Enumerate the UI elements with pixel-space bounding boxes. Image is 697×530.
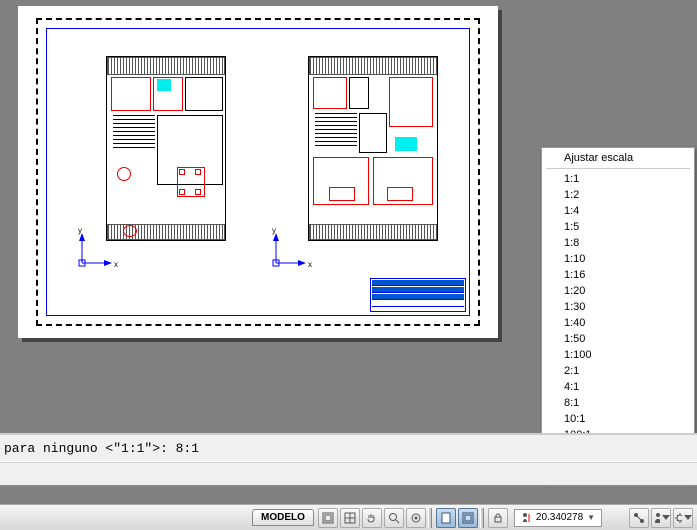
layout-quick-view-button[interactable] xyxy=(318,508,338,528)
gear-icon xyxy=(674,512,682,524)
title-block xyxy=(370,278,466,312)
scale-option[interactable]: 1:16 xyxy=(542,267,694,283)
scale-option[interactable]: 4:1 xyxy=(542,379,694,395)
zoom-button[interactable] xyxy=(384,508,404,528)
annotation-auto-button[interactable] xyxy=(651,508,671,528)
scale-option[interactable]: 1:50 xyxy=(542,331,694,347)
grid-button[interactable] xyxy=(340,508,360,528)
scale-option[interactable]: 1:10 xyxy=(542,251,694,267)
scale-option[interactable]: 8:1 xyxy=(542,395,694,411)
ucs-y-label-2: y xyxy=(272,226,276,235)
ucs-x-label-2: x xyxy=(308,260,312,269)
scale-option[interactable]: 1:5 xyxy=(542,219,694,235)
scale-option[interactable]: 1:1 xyxy=(542,171,694,187)
paper-icon xyxy=(440,512,452,524)
scale-sync-icon xyxy=(633,512,645,524)
scale-option[interactable]: 2:1 xyxy=(542,363,694,379)
ucs-y-label: y xyxy=(78,226,82,235)
person-icon xyxy=(652,512,660,524)
chevron-down-icon: ▼ xyxy=(587,513,595,522)
annotation-scale-display[interactable]: 20.340278 ▼ xyxy=(514,509,602,527)
maximize-viewport-button[interactable] xyxy=(458,508,478,528)
status-separator xyxy=(480,508,484,528)
command-line-panel[interactable]: para ninguno <"1:1">: 8:1 xyxy=(0,433,697,487)
lock-icon xyxy=(492,512,504,524)
scale-option[interactable]: 1:100 xyxy=(542,347,694,363)
orbit-button[interactable] xyxy=(406,508,426,528)
model-tab[interactable]: MODELO xyxy=(252,509,314,526)
status-separator xyxy=(428,508,432,528)
ucs-icon-right xyxy=(268,231,308,271)
scale-option[interactable]: 1:8 xyxy=(542,235,694,251)
floorplan-left xyxy=(106,56,226,241)
status-bar: MODELO 20.340278 ▼ xyxy=(0,504,697,530)
drawing-viewport[interactable]: y x y x xyxy=(0,0,513,355)
chevron-down-icon xyxy=(662,515,670,520)
ucs-icon-left xyxy=(74,231,114,271)
floorplan-right xyxy=(308,56,438,241)
command-divider xyxy=(0,461,697,463)
paper-sheet: y x y x xyxy=(18,6,498,338)
command-history-line: para ninguno <"1:1">: 8:1 xyxy=(0,441,530,456)
zoom-icon xyxy=(388,512,400,524)
hand-icon xyxy=(366,512,378,524)
orbit-icon xyxy=(410,512,422,524)
scale-menu-header[interactable]: Ajustar escala xyxy=(542,150,694,166)
grid-icon xyxy=(344,512,356,524)
layout-icon xyxy=(322,512,334,524)
scale-option[interactable]: 1:20 xyxy=(542,283,694,299)
scale-option[interactable]: 1:2 xyxy=(542,187,694,203)
workspace-switch-button[interactable] xyxy=(673,508,693,528)
scale-option[interactable]: 1:4 xyxy=(542,203,694,219)
chevron-down-icon xyxy=(684,515,692,520)
maximize-icon xyxy=(462,512,474,524)
ucs-x-label: x xyxy=(114,260,118,269)
annotation-lock-button[interactable] xyxy=(488,508,508,528)
scale-option[interactable]: 1:30 xyxy=(542,299,694,315)
scale-option[interactable]: 10:1 xyxy=(542,411,694,427)
annotation-visibility-button[interactable] xyxy=(629,508,649,528)
scale-value: 20.340278 xyxy=(536,512,583,523)
paper-model-toggle[interactable] xyxy=(436,508,456,528)
person-scale-icon xyxy=(521,512,533,524)
menu-separator xyxy=(546,168,690,169)
pan-button[interactable] xyxy=(362,508,382,528)
scale-option[interactable]: 1:40 xyxy=(542,315,694,331)
